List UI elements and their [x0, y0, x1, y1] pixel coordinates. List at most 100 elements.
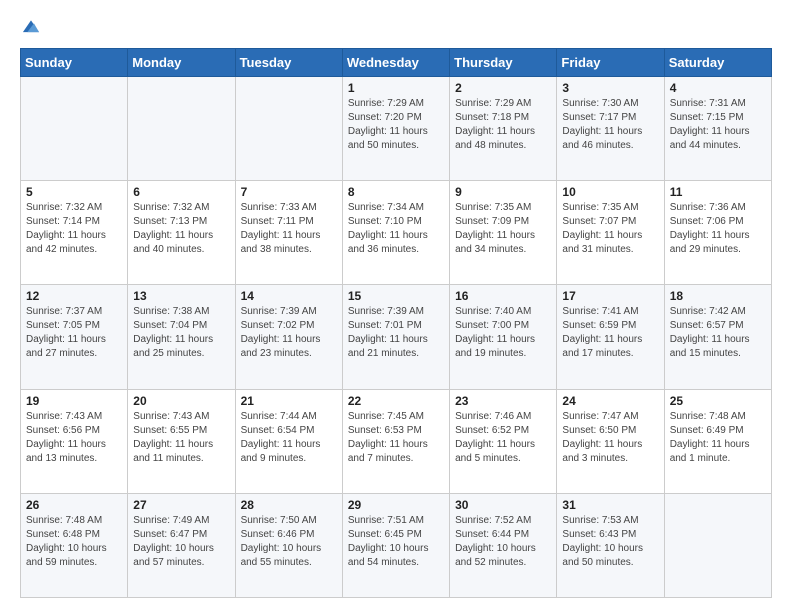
calendar-cell: 2 Sunrise: 7:29 AMSunset: 7:18 PMDaylight…: [450, 77, 557, 181]
day-number: 7: [241, 185, 337, 199]
day-info: Sunrise: 7:50 AMSunset: 6:46 PMDaylight:…: [241, 514, 337, 570]
header-row: Sunday Monday Tuesday Wednesday Thursday…: [21, 49, 772, 77]
day-info: Sunrise: 7:39 AMSunset: 7:01 PMDaylight:…: [348, 305, 444, 361]
week-row-5: 26Sunrise: 7:48 AMSunset: 6:48 PMDayligh…: [21, 493, 772, 597]
calendar-cell: 24 Sunrise: 7:47 AMSunset: 6:50 PMDayligh…: [557, 389, 664, 493]
day-info: Sunrise: 7:49 AMSunset: 6:47 PMDaylight:…: [133, 514, 229, 570]
day-info: Sunrise: 7:31 AMSunset: 7:15 PMDaylight:…: [670, 97, 766, 153]
calendar-cell: 26Sunrise: 7:48 AMSunset: 6:48 PMDayligh…: [21, 493, 128, 597]
calendar-cell: 19 Sunrise: 7:43 AMSunset: 6:56 PMDayligh…: [21, 389, 128, 493]
calendar-cell: 4Sunrise: 7:31 AMSunset: 7:15 PMDaylight…: [664, 77, 771, 181]
week-row-2: 5Sunrise: 7:32 AMSunset: 7:14 PMDaylight…: [21, 181, 772, 285]
day-info: Sunrise: 7:45 AMSunset: 6:53 PMDaylight:…: [348, 410, 444, 466]
calendar-cell: 30 Sunrise: 7:52 AMSunset: 6:44 PMDayligh…: [450, 493, 557, 597]
day-number: 26: [26, 498, 122, 512]
day-number: 30: [455, 498, 551, 512]
calendar-cell: 29 Sunrise: 7:51 AMSunset: 6:45 PMDayligh…: [342, 493, 449, 597]
day-info: Sunrise: 7:29 AMSunset: 7:18 PMDaylight:…: [455, 97, 551, 153]
day-info: Sunrise: 7:51 AMSunset: 6:45 PMDaylight:…: [348, 514, 444, 570]
day-number: 2: [455, 81, 551, 95]
day-number: 3: [562, 81, 658, 95]
day-number: 20: [133, 394, 229, 408]
day-info: Sunrise: 7:53 AMSunset: 6:43 PMDaylight:…: [562, 514, 658, 570]
day-number: 31: [562, 498, 658, 512]
day-info: Sunrise: 7:43 AMSunset: 6:56 PMDaylight:…: [26, 410, 122, 466]
logo: [20, 18, 46, 38]
day-info: Sunrise: 7:47 AMSunset: 6:50 PMDaylight:…: [562, 410, 658, 466]
day-number: 12: [26, 289, 122, 303]
calendar-cell: 14 Sunrise: 7:39 AMSunset: 7:02 PMDayligh…: [235, 285, 342, 389]
calendar-cell: 16Sunrise: 7:40 AMSunset: 7:00 PMDayligh…: [450, 285, 557, 389]
day-number: 18: [670, 289, 766, 303]
day-number: 25: [670, 394, 766, 408]
day-info: Sunrise: 7:36 AMSunset: 7:06 PMDaylight:…: [670, 201, 766, 257]
day-number: 14: [241, 289, 337, 303]
week-row-4: 19 Sunrise: 7:43 AMSunset: 6:56 PMDayligh…: [21, 389, 772, 493]
calendar-cell: 5Sunrise: 7:32 AMSunset: 7:14 PMDaylight…: [21, 181, 128, 285]
day-number: 8: [348, 185, 444, 199]
day-number: 29: [348, 498, 444, 512]
calendar-cell: 20 Sunrise: 7:43 AMSunset: 6:55 PMDayligh…: [128, 389, 235, 493]
header: [20, 18, 772, 38]
day-number: 21: [241, 394, 337, 408]
calendar-cell: 31 Sunrise: 7:53 AMSunset: 6:43 PMDayligh…: [557, 493, 664, 597]
day-number: 16: [455, 289, 551, 303]
calendar-cell: 10 Sunrise: 7:35 AMSunset: 7:07 PMDayligh…: [557, 181, 664, 285]
day-info: Sunrise: 7:41 AMSunset: 6:59 PMDaylight:…: [562, 305, 658, 361]
day-info: Sunrise: 7:30 AMSunset: 7:17 PMDaylight:…: [562, 97, 658, 153]
day-number: 10: [562, 185, 658, 199]
calendar-cell: 27 Sunrise: 7:49 AMSunset: 6:47 PMDayligh…: [128, 493, 235, 597]
day-number: 5: [26, 185, 122, 199]
calendar-cell: [128, 77, 235, 181]
calendar-cell: 6 Sunrise: 7:32 AMSunset: 7:13 PMDaylight…: [128, 181, 235, 285]
col-friday: Friday: [557, 49, 664, 77]
calendar-cell: 23 Sunrise: 7:46 AMSunset: 6:52 PMDayligh…: [450, 389, 557, 493]
page: Sunday Monday Tuesday Wednesday Thursday…: [0, 0, 792, 612]
day-number: 13: [133, 289, 229, 303]
day-info: Sunrise: 7:43 AMSunset: 6:55 PMDaylight:…: [133, 410, 229, 466]
calendar-cell: 9Sunrise: 7:35 AMSunset: 7:09 PMDaylight…: [450, 181, 557, 285]
calendar-cell: 17Sunrise: 7:41 AMSunset: 6:59 PMDayligh…: [557, 285, 664, 389]
col-sunday: Sunday: [21, 49, 128, 77]
calendar-body: 1Sunrise: 7:29 AMSunset: 7:20 PMDaylight…: [21, 77, 772, 598]
calendar-cell: 12Sunrise: 7:37 AMSunset: 7:05 PMDayligh…: [21, 285, 128, 389]
day-info: Sunrise: 7:38 AMSunset: 7:04 PMDaylight:…: [133, 305, 229, 361]
col-wednesday: Wednesday: [342, 49, 449, 77]
day-info: Sunrise: 7:42 AMSunset: 6:57 PMDaylight:…: [670, 305, 766, 361]
calendar-cell: 8 Sunrise: 7:34 AMSunset: 7:10 PMDaylight…: [342, 181, 449, 285]
day-info: Sunrise: 7:35 AMSunset: 7:07 PMDaylight:…: [562, 201, 658, 257]
logo-icon: [20, 16, 42, 38]
day-info: Sunrise: 7:39 AMSunset: 7:02 PMDaylight:…: [241, 305, 337, 361]
calendar-cell: 7Sunrise: 7:33 AMSunset: 7:11 PMDaylight…: [235, 181, 342, 285]
col-monday: Monday: [128, 49, 235, 77]
day-info: Sunrise: 7:35 AMSunset: 7:09 PMDaylight:…: [455, 201, 551, 257]
day-number: 11: [670, 185, 766, 199]
day-number: 6: [133, 185, 229, 199]
day-number: 24: [562, 394, 658, 408]
day-number: 1: [348, 81, 444, 95]
day-info: Sunrise: 7:52 AMSunset: 6:44 PMDaylight:…: [455, 514, 551, 570]
day-number: 15: [348, 289, 444, 303]
day-info: Sunrise: 7:46 AMSunset: 6:52 PMDaylight:…: [455, 410, 551, 466]
calendar-cell: 25Sunrise: 7:48 AMSunset: 6:49 PMDayligh…: [664, 389, 771, 493]
day-number: 27: [133, 498, 229, 512]
calendar-cell: [664, 493, 771, 597]
calendar-cell: 15 Sunrise: 7:39 AMSunset: 7:01 PMDayligh…: [342, 285, 449, 389]
col-thursday: Thursday: [450, 49, 557, 77]
calendar-cell: 22Sunrise: 7:45 AMSunset: 6:53 PMDayligh…: [342, 389, 449, 493]
week-row-1: 1Sunrise: 7:29 AMSunset: 7:20 PMDaylight…: [21, 77, 772, 181]
calendar-header: Sunday Monday Tuesday Wednesday Thursday…: [21, 49, 772, 77]
day-info: Sunrise: 7:32 AMSunset: 7:13 PMDaylight:…: [133, 201, 229, 257]
calendar-cell: 28 Sunrise: 7:50 AMSunset: 6:46 PMDayligh…: [235, 493, 342, 597]
calendar-cell: 3 Sunrise: 7:30 AMSunset: 7:17 PMDaylight…: [557, 77, 664, 181]
day-number: 23: [455, 394, 551, 408]
calendar-table: Sunday Monday Tuesday Wednesday Thursday…: [20, 48, 772, 598]
calendar-cell: [235, 77, 342, 181]
calendar-cell: 11 Sunrise: 7:36 AMSunset: 7:06 PMDayligh…: [664, 181, 771, 285]
week-row-3: 12Sunrise: 7:37 AMSunset: 7:05 PMDayligh…: [21, 285, 772, 389]
day-info: Sunrise: 7:34 AMSunset: 7:10 PMDaylight:…: [348, 201, 444, 257]
calendar-cell: [21, 77, 128, 181]
calendar-cell: 1Sunrise: 7:29 AMSunset: 7:20 PMDaylight…: [342, 77, 449, 181]
day-number: 19: [26, 394, 122, 408]
day-number: 28: [241, 498, 337, 512]
